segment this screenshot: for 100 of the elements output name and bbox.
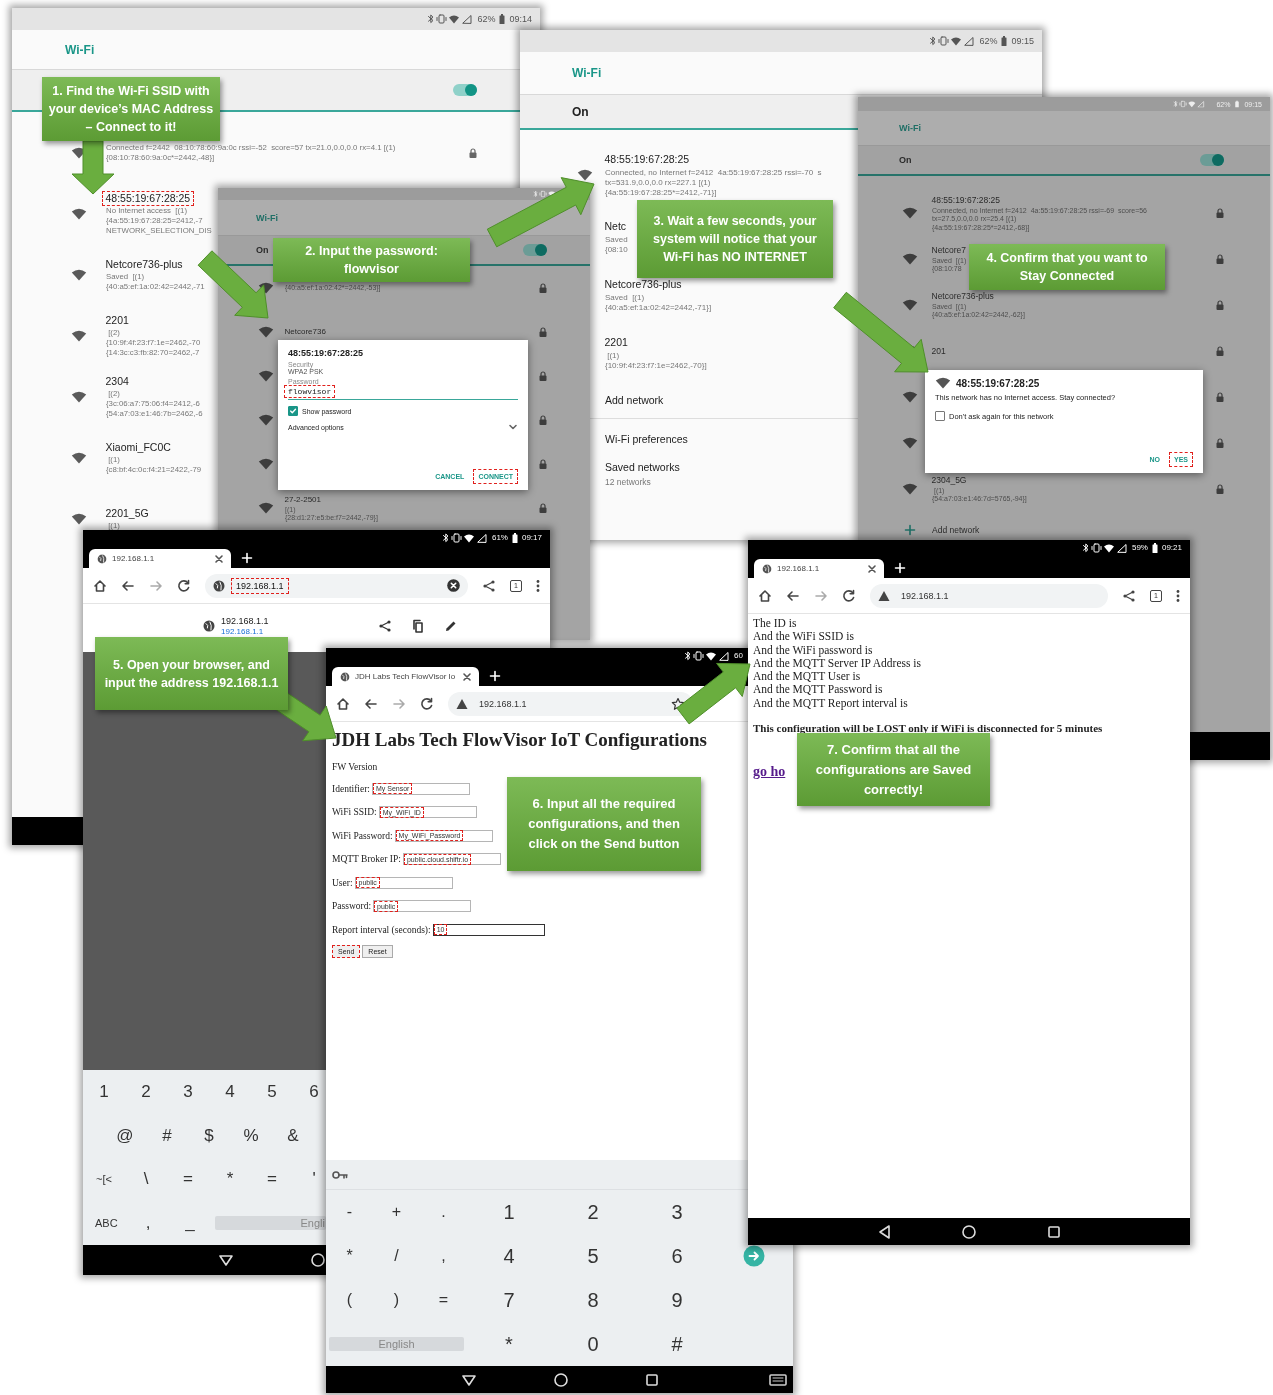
settings-item[interactable]: Saved networks bbox=[605, 461, 680, 473]
keyboard-key[interactable]: ABC bbox=[95, 1217, 117, 1230]
network-name[interactable]: Netcore736-plus bbox=[101, 256, 187, 273]
keyboard-key[interactable]: = bbox=[420, 1291, 467, 1309]
share-icon[interactable] bbox=[378, 619, 392, 633]
keyboard-key[interactable]: , bbox=[420, 1247, 467, 1265]
keyboard-key[interactable]: / bbox=[373, 1247, 420, 1265]
plus-icon[interactable] bbox=[241, 552, 253, 564]
browser-tab[interactable]: 192.168.1.1 bbox=[89, 549, 231, 568]
keyboard-key[interactable]: 2 bbox=[135, 1081, 157, 1102]
settings-item[interactable]: Wi-Fi preferences bbox=[605, 433, 688, 445]
keyboard-key[interactable]: 5 bbox=[261, 1081, 283, 1102]
browser-tab[interactable]: 192.168.1.1 bbox=[754, 559, 884, 578]
home-icon[interactable] bbox=[758, 588, 772, 603]
reload-icon[interactable] bbox=[842, 588, 856, 603]
home-icon[interactable] bbox=[93, 578, 107, 593]
keyboard-key[interactable]: 7 bbox=[467, 1288, 551, 1312]
network-name[interactable]: 2201 bbox=[600, 335, 632, 351]
browser-tab[interactable]: JDH Labs Tech FlowVisor Io bbox=[332, 667, 479, 686]
network-name[interactable]: 48:55:19:67:28:25 bbox=[927, 193, 1005, 207]
keyboard-key[interactable]: 4 bbox=[467, 1244, 551, 1268]
keyboard-key[interactable]: 8 bbox=[551, 1288, 635, 1312]
close-icon[interactable] bbox=[214, 553, 224, 564]
keyboard-key[interactable]: 1 bbox=[93, 1081, 115, 1102]
keyboard-key[interactable]: % bbox=[240, 1125, 262, 1146]
back-icon[interactable] bbox=[364, 696, 378, 711]
network-name[interactable]: Netcore736-plus bbox=[600, 277, 686, 293]
keyboard-key[interactable]: ~[< bbox=[93, 1173, 115, 1186]
network-name[interactable]: Netc bbox=[600, 219, 631, 235]
network-name[interactable]: Netcore736-plus bbox=[927, 290, 998, 303]
network-name[interactable]: 48:55:19:67:28:25 bbox=[600, 152, 694, 168]
menu-icon[interactable] bbox=[1176, 588, 1180, 603]
pencil-icon[interactable] bbox=[444, 619, 458, 633]
plus-icon[interactable] bbox=[489, 670, 501, 682]
address-bar[interactable]: 192.168.1.1 bbox=[870, 583, 1108, 608]
keyboard-key[interactable]: 5 bbox=[551, 1244, 635, 1268]
key-icon[interactable] bbox=[332, 1169, 348, 1180]
network-name[interactable]: Xiaomi_FC0C bbox=[101, 439, 175, 456]
recent-apps-icon[interactable] bbox=[1047, 1224, 1061, 1239]
hide-keyboard-icon[interactable] bbox=[217, 1253, 234, 1267]
keyboard-key[interactable]: 9 bbox=[635, 1288, 719, 1312]
keyboard-key[interactable]: 4 bbox=[219, 1081, 241, 1102]
keyboard-key[interactable]: = bbox=[177, 1169, 199, 1190]
home-button-icon[interactable] bbox=[309, 1252, 326, 1268]
checkbox[interactable] bbox=[935, 411, 945, 421]
toggle-switch[interactable] bbox=[453, 84, 477, 96]
keyboard-key[interactable]: $ bbox=[198, 1125, 220, 1146]
keyboard-key[interactable]: \ bbox=[135, 1169, 157, 1190]
keyboard-key[interactable]: + bbox=[373, 1203, 420, 1221]
network-name[interactable]: Netcore736 bbox=[280, 326, 330, 338]
keyboard-key[interactable]: * bbox=[467, 1332, 551, 1356]
home-button-icon[interactable] bbox=[552, 1371, 569, 1388]
home-button-icon[interactable] bbox=[961, 1223, 977, 1240]
network-name[interactable]: 27-2-2501 bbox=[280, 493, 325, 506]
keyboard-key[interactable]: 3 bbox=[635, 1200, 719, 1224]
clear-icon[interactable] bbox=[447, 579, 460, 592]
network-name[interactable]: 48:55:19:67:28:25 bbox=[101, 190, 195, 207]
checkbox[interactable] bbox=[288, 406, 298, 416]
toggle-switch[interactable] bbox=[523, 244, 547, 256]
network-name[interactable]: 201 bbox=[927, 344, 950, 358]
keyboard-key[interactable]: _ bbox=[179, 1213, 201, 1234]
share-icon[interactable] bbox=[1122, 588, 1136, 603]
back-icon[interactable] bbox=[121, 578, 135, 593]
home-icon[interactable] bbox=[336, 696, 350, 711]
home-link[interactable]: go ho bbox=[753, 764, 786, 781]
keyboard-key[interactable]: ( bbox=[326, 1291, 373, 1309]
reload-icon[interactable] bbox=[420, 696, 434, 711]
keyboard-key[interactable]: ) bbox=[373, 1291, 420, 1309]
keyboard-key[interactable]: 0 bbox=[551, 1332, 635, 1356]
toggle-switch[interactable] bbox=[1200, 154, 1224, 166]
back-icon[interactable] bbox=[786, 588, 800, 603]
hide-keyboard-icon[interactable] bbox=[460, 1372, 477, 1387]
close-icon[interactable] bbox=[867, 563, 877, 574]
keyboard-key[interactable]: . bbox=[420, 1203, 467, 1221]
keyboard-key[interactable]: 6 bbox=[635, 1244, 719, 1268]
keyboard-key[interactable]: , bbox=[137, 1213, 159, 1234]
keyboard-key[interactable]: 3 bbox=[177, 1081, 199, 1102]
chevron-down-icon[interactable] bbox=[508, 422, 518, 432]
address-bar[interactable]: 192.168.1.1 bbox=[205, 573, 468, 598]
add-network-link[interactable]: Add network bbox=[605, 394, 664, 406]
keyboard-key[interactable]: 2 bbox=[551, 1200, 635, 1224]
keyboard-key[interactable]: # bbox=[635, 1332, 719, 1356]
keyboard-key[interactable]: - bbox=[326, 1203, 373, 1221]
keyboard-key[interactable]: 1 bbox=[467, 1200, 551, 1224]
copy-icon[interactable] bbox=[411, 619, 425, 633]
network-name[interactable]: 2201 bbox=[101, 312, 133, 329]
add-network-link[interactable]: Add network bbox=[932, 525, 980, 535]
recent-apps-icon[interactable] bbox=[644, 1372, 659, 1387]
keyboard-key[interactable]: * bbox=[326, 1247, 373, 1265]
go-button[interactable] bbox=[743, 1245, 765, 1267]
menu-icon[interactable] bbox=[536, 578, 540, 593]
plus-icon[interactable] bbox=[894, 562, 906, 574]
keyboard-key[interactable]: 6 bbox=[303, 1081, 325, 1102]
network-name[interactable]: 2304_5G bbox=[927, 474, 971, 487]
keyboard-key[interactable]: = bbox=[261, 1169, 283, 1190]
network-name[interactable]: 2201_5G bbox=[101, 505, 153, 522]
network-name[interactable]: 2304 bbox=[101, 373, 133, 390]
password-field[interactable]: flowvisor bbox=[284, 385, 336, 398]
keyboard-key[interactable]: @ bbox=[114, 1125, 136, 1146]
reload-icon[interactable] bbox=[177, 578, 191, 593]
